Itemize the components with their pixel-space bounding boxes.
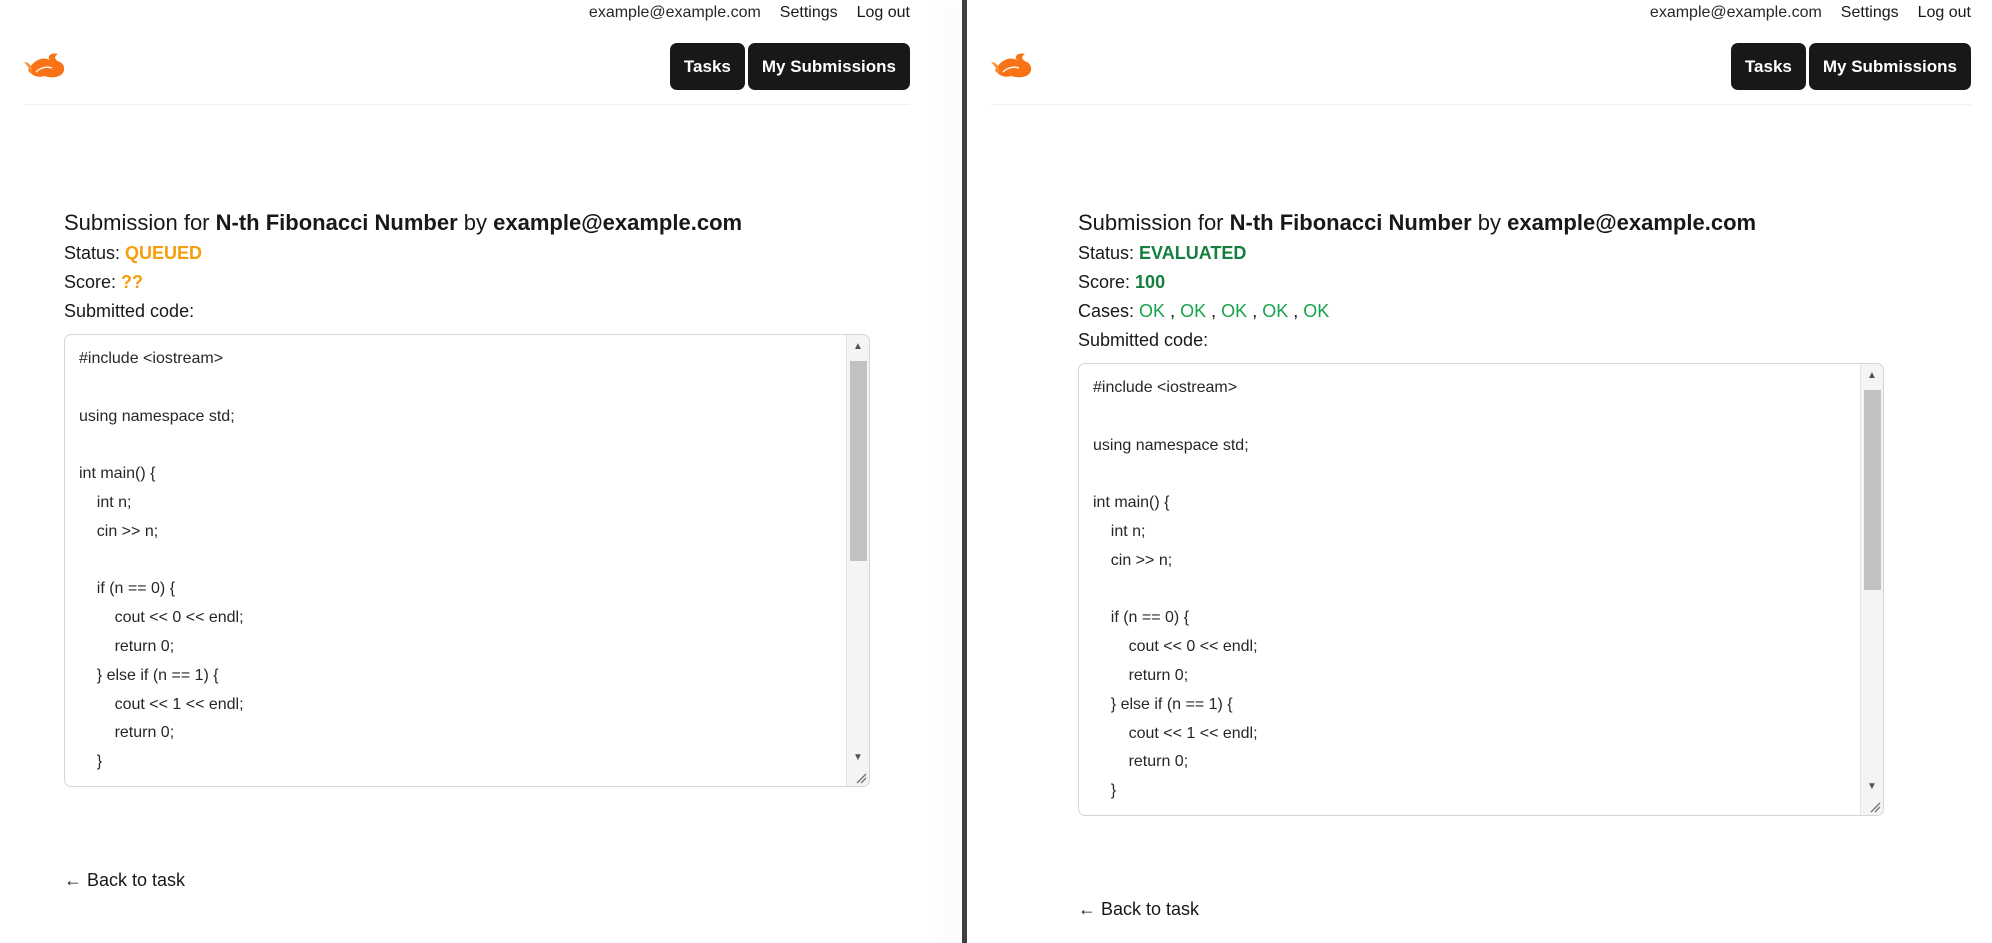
status-badge: EVALUATED (1139, 243, 1247, 263)
phoenix-logo-icon[interactable] (24, 50, 66, 82)
status-badge: QUEUED (125, 243, 203, 263)
logout-link[interactable]: Log out (857, 3, 910, 23)
score-row: Score: 100 (1078, 268, 1884, 297)
main-nav: Tasks My Submissions (669, 43, 910, 90)
scroll-down-arrow-icon[interactable]: ▼ (847, 748, 869, 766)
scroll-down-arrow-icon[interactable]: ▼ (1861, 777, 1883, 795)
status-row: Status: EVALUATED (1078, 239, 1884, 268)
title-prefix: Submission for (1078, 210, 1224, 235)
back-to-task-link[interactable]: ← Back to task (64, 870, 185, 891)
resize-handle-icon[interactable] (1867, 799, 1881, 813)
score-value: ?? (121, 272, 144, 292)
title-by: by (463, 210, 488, 235)
resize-handle-icon[interactable] (853, 770, 867, 784)
my-submissions-button[interactable]: My Submissions (747, 43, 910, 90)
cases-row: Cases: OK , OK , OK , OK , OK (1078, 297, 1884, 326)
submission-details: Submission for N-th Fibonacci Number by … (64, 207, 870, 787)
code-scrollbar[interactable]: ▲ ▼ (1860, 364, 1883, 815)
case-separator: , (1293, 301, 1299, 321)
title-prefix: Submission for (64, 210, 210, 235)
status-label: Status: (64, 243, 121, 263)
page-title: Submission for N-th Fibonacci Number by … (64, 207, 870, 239)
top-user-bar: example@example.com Settings Log out (1650, 3, 1971, 23)
title-by: by (1477, 210, 1502, 235)
main-nav: Tasks My Submissions (1730, 43, 1971, 90)
score-row: Score: ?? (64, 268, 870, 297)
submission-author: example@example.com (1507, 210, 1757, 235)
case-result[interactable]: OK (1180, 301, 1206, 321)
code-scrollbar[interactable]: ▲ ▼ (846, 335, 869, 786)
case-result[interactable]: OK (1262, 301, 1288, 321)
user-email: example@example.com (1649, 4, 1822, 21)
page-title: Submission for N-th Fibonacci Number by … (1078, 207, 1884, 239)
back-to-task-link[interactable]: ← Back to task (1078, 899, 1199, 920)
status-label: Status: (1078, 243, 1135, 263)
settings-link[interactable]: Settings (1841, 3, 1899, 23)
case-separator: , (1211, 301, 1217, 321)
score-label: Score: (1078, 272, 1131, 292)
top-user-bar: example@example.com Settings Log out (589, 3, 910, 23)
task-name: N-th Fibonacci Number (1229, 210, 1472, 235)
user-email: example@example.com (588, 4, 761, 21)
phoenix-logo-icon[interactable] (991, 50, 1033, 82)
scrollbar-thumb[interactable] (850, 361, 867, 561)
scroll-up-arrow-icon[interactable]: ▲ (847, 337, 869, 355)
left-browser-pane: example@example.com Settings Log out Tas… (0, 0, 962, 943)
code-textarea[interactable]: #include <iostream> using namespace std;… (64, 334, 870, 787)
logout-link[interactable]: Log out (1918, 3, 1971, 23)
case-separator: , (1252, 301, 1258, 321)
my-submissions-button[interactable]: My Submissions (1808, 43, 1971, 90)
right-browser-pane: example@example.com Settings Log out Tas… (967, 0, 1992, 943)
tasks-button[interactable]: Tasks (1730, 43, 1806, 90)
submission-details: Submission for N-th Fibonacci Number by … (1078, 207, 1884, 816)
code-content: #include <iostream> using namespace std;… (79, 350, 244, 771)
score-label: Score: (64, 272, 117, 292)
code-label: Submitted code: (1078, 330, 1209, 350)
cases-label: Cases: (1078, 301, 1135, 321)
score-value: 100 (1135, 272, 1166, 292)
settings-link[interactable]: Settings (780, 3, 838, 23)
scroll-up-arrow-icon[interactable]: ▲ (1861, 366, 1883, 384)
header-divider (24, 104, 910, 105)
scrollbar-thumb[interactable] (1864, 390, 1881, 590)
case-separator: , (1170, 301, 1176, 321)
code-content: #include <iostream> using namespace std;… (1093, 379, 1258, 800)
task-name: N-th Fibonacci Number (215, 210, 458, 235)
submission-author: example@example.com (493, 210, 743, 235)
case-result[interactable]: OK (1221, 301, 1247, 321)
tasks-button[interactable]: Tasks (669, 43, 745, 90)
code-textarea[interactable]: #include <iostream> using namespace std;… (1078, 363, 1884, 816)
status-row: Status: QUEUED (64, 239, 870, 268)
case-result[interactable]: OK (1303, 301, 1329, 321)
header-divider (991, 104, 1971, 105)
case-result[interactable]: OK (1139, 301, 1165, 321)
code-label: Submitted code: (64, 301, 195, 321)
